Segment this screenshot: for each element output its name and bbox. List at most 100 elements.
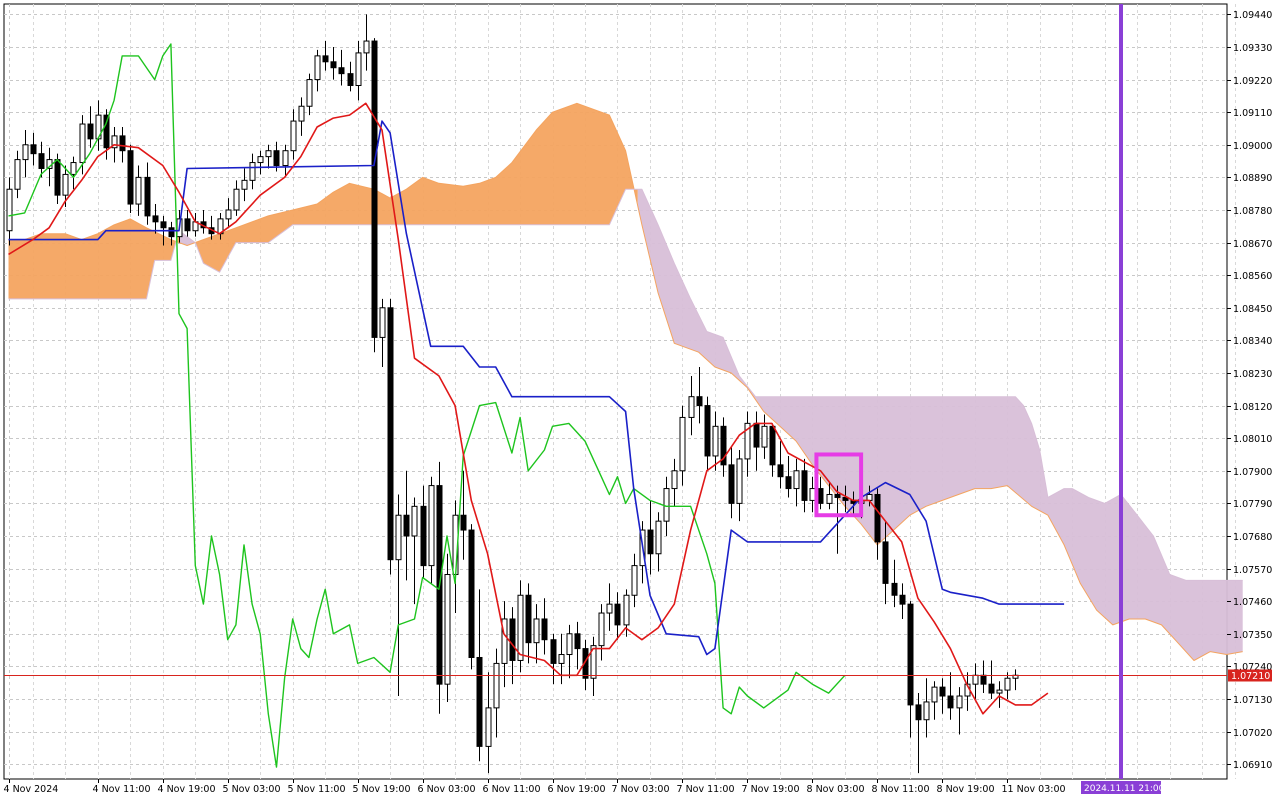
price-tick-label: 1.07020 <box>1233 728 1272 739</box>
candle-bull <box>225 209 232 220</box>
price-tick-label: 1.07680 <box>1233 532 1272 543</box>
candle-bull <box>931 686 938 703</box>
candle-bull <box>249 162 256 181</box>
candle-bull <box>671 470 678 490</box>
price-tick-label: 1.09440 <box>1233 10 1272 21</box>
candle-bear <box>144 176 151 217</box>
candle-bear <box>160 221 167 229</box>
candle-bear <box>476 656 483 747</box>
candle-bull <box>257 156 264 164</box>
candle-bull <box>793 470 800 490</box>
candle-bear <box>127 150 134 205</box>
candle-bear <box>801 470 808 501</box>
time-axis: 4 Nov 2024 4 Nov 11:00 4 Nov 19:00 5 Nov 03… <box>4 779 1165 795</box>
candle-bear <box>947 695 954 709</box>
candle-bear <box>468 529 475 658</box>
time-tick-label: 6 Nov 03:00 <box>418 784 476 795</box>
candle-bull <box>663 488 670 522</box>
time-tick-label: 8 Nov 19:00 <box>937 784 995 795</box>
candle-bear <box>322 55 329 63</box>
candle-bear <box>891 582 898 596</box>
candle-bear <box>899 594 906 605</box>
candle-bull <box>761 425 768 448</box>
candle-bull <box>655 520 662 555</box>
candle-bear <box>817 488 824 504</box>
candle-bear <box>907 603 914 706</box>
candle-bull <box>996 689 1003 694</box>
candle-bear <box>882 541 889 584</box>
candle-bear <box>728 464 735 504</box>
candle-bull <box>135 176 142 205</box>
candle-bull <box>428 485 435 567</box>
candle-bear <box>371 40 378 338</box>
candle-bull <box>956 695 963 709</box>
time-tick-label: 7 Nov 19:00 <box>742 784 800 795</box>
candle-bull <box>282 150 289 167</box>
candle-bear <box>273 150 280 167</box>
time-tick-label: 5 Nov 03:00 <box>223 784 281 795</box>
price-tick-label: 1.08230 <box>1233 369 1272 380</box>
candle-bull <box>631 565 638 596</box>
candle-bull <box>70 162 77 175</box>
candle-bear <box>704 405 711 457</box>
candle-bear <box>874 493 881 543</box>
candle-bear <box>103 114 110 149</box>
time-tick-label: 4 Nov 19:00 <box>158 784 216 795</box>
candle-bull <box>712 425 719 457</box>
price-tick-label: 1.07460 <box>1233 597 1272 608</box>
candle-bull <box>306 79 313 107</box>
candle-bear <box>647 529 654 555</box>
candle-bull <box>826 493 833 504</box>
chart-svg[interactable]: 1.09440 1.09330 1.09220 1.09110 1.09000 1.088… <box>0 0 1280 800</box>
chikou-span <box>8 43 846 768</box>
time-tick-label: 7 Nov 11:00 <box>677 784 735 795</box>
candle-bull <box>598 612 605 647</box>
time-tick-label: 8 Nov 11:00 <box>872 784 930 795</box>
candle-bear <box>403 514 410 537</box>
candle-bull <box>623 594 630 626</box>
candle-bull <box>79 123 86 164</box>
candle-bear <box>769 425 776 466</box>
candle-bear <box>696 396 703 407</box>
price-tick-label: 1.07350 <box>1233 630 1272 641</box>
candle-bear <box>980 674 987 685</box>
candle-bear <box>87 123 94 140</box>
candle-bear <box>777 464 784 478</box>
candle-bull <box>972 674 979 685</box>
candle-bull <box>923 701 930 721</box>
candle-bull <box>314 55 321 81</box>
price-tick-label: 1.08340 <box>1233 336 1272 347</box>
candle-bear <box>347 73 354 87</box>
ichimoku-chart[interactable]: 1.09440 1.09330 1.09220 1.09110 1.09000 1.088… <box>0 0 1280 800</box>
candle-bull <box>241 179 248 190</box>
plot-frame <box>3 3 1228 780</box>
candle-bull <box>265 150 272 158</box>
price-tick-label: 1.06910 <box>1233 760 1272 771</box>
candle-bear <box>550 639 557 664</box>
candle-bull <box>688 396 695 418</box>
candle-bull <box>6 188 13 232</box>
candle-bear <box>387 307 394 561</box>
candle-bull <box>493 662 500 709</box>
time-tick-label: 5 Nov 19:00 <box>353 784 411 795</box>
candle-bull <box>444 574 451 685</box>
candle-bull <box>866 493 873 501</box>
price-tick-label: 1.08890 <box>1233 173 1272 184</box>
vertical-marker-label: 2024.11.11 21:00 <box>1084 784 1165 794</box>
candle-bear <box>509 618 516 661</box>
price-tick-label: 1.08780 <box>1233 206 1272 217</box>
candle-bear <box>152 215 159 223</box>
candle-bear <box>184 218 191 232</box>
time-tick-label: 8 Nov 03:00 <box>807 784 865 795</box>
candle-bear <box>119 135 126 152</box>
price-tick-label: 1.08670 <box>1233 239 1272 250</box>
candles <box>6 14 1019 774</box>
candle-bull <box>363 40 370 54</box>
candle-bull <box>566 633 573 656</box>
candle-bear <box>939 686 946 697</box>
candle-bear <box>38 153 45 169</box>
candle-bear <box>30 144 37 155</box>
candle-bear <box>460 514 467 531</box>
candle-bear <box>338 67 345 75</box>
candle-bear <box>525 594 532 644</box>
